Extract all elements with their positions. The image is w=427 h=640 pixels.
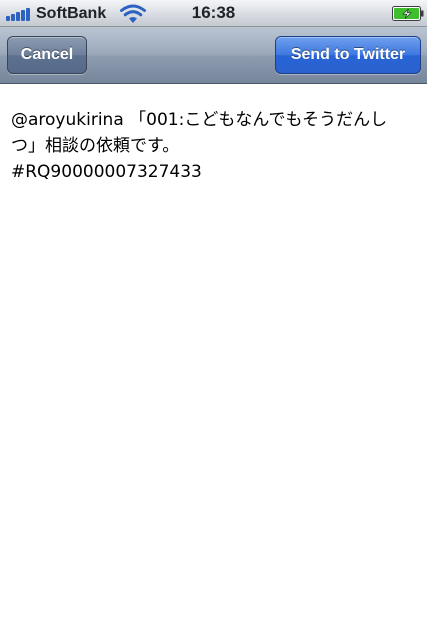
cancel-button[interactable]: Cancel (7, 36, 87, 74)
navigation-bar: Cancel Send to Twitter (0, 27, 427, 84)
battery-charging-icon (392, 6, 424, 21)
tweet-text[interactable]: @aroyukirina 「001:こどもなんでもそうだんしつ」相談の依頼です。… (11, 107, 411, 185)
tweet-compose-area[interactable]: @aroyukirina 「001:こどもなんでもそうだんしつ」相談の依頼です。… (0, 84, 427, 640)
send-to-twitter-button[interactable]: Send to Twitter (275, 36, 421, 74)
status-bar: SoftBank 16:38 (0, 0, 427, 27)
status-time: 16:38 (191, 3, 236, 22)
